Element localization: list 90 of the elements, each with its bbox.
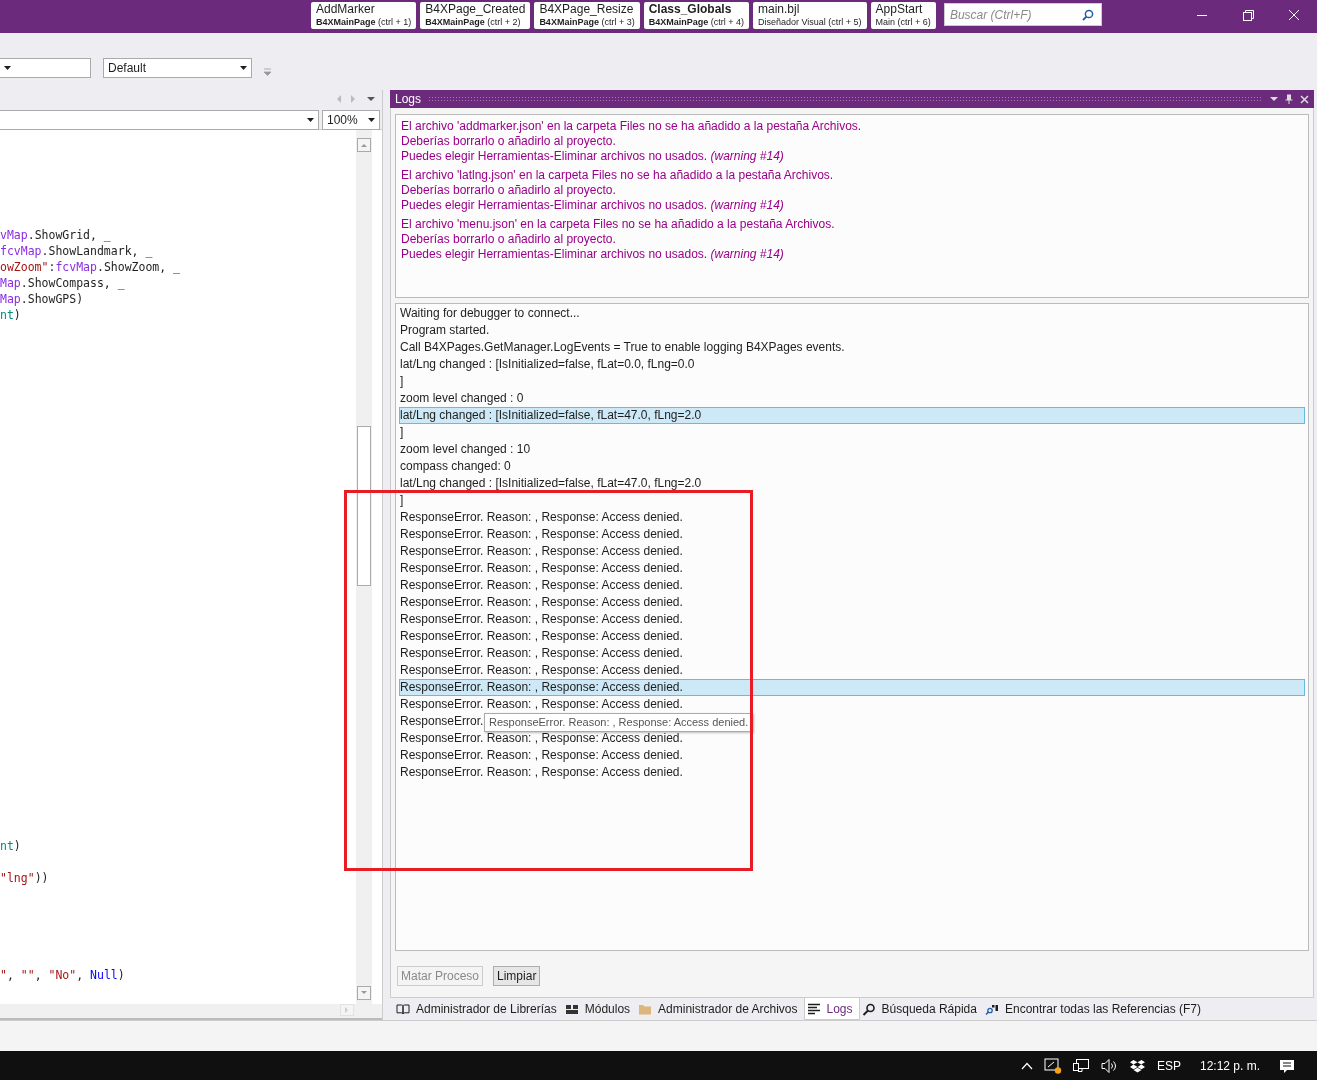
log-line[interactable]: ResponseError. Reason: , Response: Access denied. [399, 730, 683, 747]
log-line[interactable]: ResponseError. Reason: , Response: Access denied. [399, 611, 683, 628]
scroll-down-icon[interactable] [357, 986, 371, 1000]
document-tab[interactable]: B4XPage_Created B4XMainPage (ctrl + 2) [420, 2, 531, 29]
warning-text: Deberías borrarlo o añadirlo al proyecto. [401, 232, 617, 247]
log-line[interactable]: ] [399, 373, 404, 390]
scroll-up-icon[interactable] [357, 138, 371, 152]
warning-text: El archivo 'menu.json' en la carpeta Files no se ha añadido a la pestaña Archivos. [401, 217, 836, 232]
panel-tab[interactable]: Búsqueda Rápida [859, 998, 983, 1020]
search-icon [861, 1002, 876, 1016]
code-line: fcvMap.ShowLandmark, _ [0, 242, 154, 259]
code-editor[interactable]: vMap.ShowGrid, _ fcvMap.ShowLandmark, _ owZoom":fcvMap.ShowZoom, _ Map.ShowCompass, _ Map.ShowGPS) nt) nt) "lng")) ", "", "No", Null) [0, 130, 356, 1004]
caret-icon [240, 65, 247, 70]
code-line: Map.ShowCompass, _ [0, 274, 126, 291]
log-line[interactable]: ResponseError. Reason: , Response: Access denied. [399, 543, 683, 560]
log-line[interactable]: ResponseError. Reason: , Response: Access denied. [399, 628, 683, 645]
close-icon[interactable] [1300, 94, 1309, 104]
caret-icon [368, 118, 375, 122]
horizontal-scrollbar[interactable] [0, 1004, 382, 1020]
grid-icon [564, 1002, 579, 1016]
chevron-up-icon[interactable] [1020, 1062, 1033, 1070]
warning-text: Puedes elegir Herramientas-Eliminar archivos no usados. (warning #14) [401, 247, 785, 262]
sync-icon[interactable] [1043, 1058, 1062, 1074]
search-icon [1081, 9, 1094, 21]
lines-icon [806, 1002, 821, 1015]
network-icon[interactable] [1072, 1058, 1090, 1074]
scroll-thumb[interactable] [357, 426, 371, 586]
code-line: nt) [0, 307, 22, 324]
log-line[interactable]: ResponseError. Reason: , Response: Access denied. [399, 526, 683, 543]
warning-text: Deberías borrarlo o añadirlo al proyecto. [401, 183, 617, 198]
log-line[interactable]: compass changed: 0 [399, 458, 511, 475]
log-line[interactable]: ResponseError. Reason: , Response: Access denied. [399, 696, 683, 713]
panel-title: Logs [395, 92, 422, 106]
code-line: "lng")) [0, 870, 50, 887]
code-line: Map.ShowGPS) [0, 290, 85, 308]
log-line[interactable]: ResponseError. Reason: , Response: Access denied. [399, 645, 683, 662]
log-line[interactable]: ResponseError. Reason: , Response: Access denied. [399, 764, 683, 781]
log-line[interactable]: zoom level changed : 0 [399, 390, 524, 407]
document-tab[interactable]: AppStart Main (ctrl + 6) [870, 2, 936, 29]
clock[interactable]: 12:12 p. m. [1199, 1059, 1260, 1073]
log-line[interactable]: lat/Lng changed : [IsInitialized=false, fLat=0.0, fLng=0.0 [399, 356, 695, 373]
search-field[interactable]: Buscar (Ctrl+F) [943, 3, 1102, 26]
log-line[interactable]: ResponseError. Reason: , Response: Access denied. [399, 509, 683, 526]
document-tab[interactable]: AddMarker B4XMainPage (ctrl + 1) [311, 2, 417, 29]
log-line[interactable]: ResponseError. [399, 713, 484, 730]
code-line: vMap.ShowGrid, _ [0, 226, 112, 243]
navigation-arrows-icon[interactable] [337, 95, 377, 103]
panel-tab[interactable]: Módulos [562, 998, 637, 1020]
box-icon[interactable] [1128, 1058, 1146, 1074]
log-line[interactable]: ] [399, 492, 404, 509]
document-tab[interactable]: B4XPage_Resize B4XMainPage (ctrl + 3) [534, 2, 640, 29]
log-line[interactable]: ResponseError. Reason: , Response: Access denied. [399, 662, 683, 679]
references-icon [984, 1002, 999, 1016]
warning-text: El archivo 'addmarker.json' en la carpeta Files no se ha añadido a la pestaña Archivos. [401, 119, 863, 134]
book-icon [396, 1002, 410, 1016]
log-line[interactable]: ] [399, 424, 404, 441]
panel-tab[interactable]: Encontrar todas las Referencias (F7) [982, 998, 1208, 1020]
log-line[interactable]: ResponseError. Reason: , Response: Access denied. [399, 577, 683, 594]
code-line: owZoom":fcvMap.ShowZoom, _ [0, 258, 182, 275]
caret-icon [307, 118, 314, 122]
log-line[interactable]: ResponseError. Reason: , Response: Access denied. [399, 747, 683, 764]
warning-text: Puedes elegir Herramientas-Eliminar archivos no usados. (warning #14) [401, 198, 785, 213]
folder-icon [638, 1002, 653, 1016]
build-dropdown[interactable]: Default [103, 57, 252, 78]
document-tab[interactable]: main.bjl Diseñador Visual (ctrl + 5) [752, 2, 867, 29]
language-indicator[interactable]: ESP [1156, 1059, 1181, 1073]
panel-tab[interactable]: Administrador de Archivos [636, 998, 804, 1020]
code-line: nt) [0, 838, 22, 855]
log-line[interactable]: zoom level changed : 10 [399, 441, 531, 458]
log-line[interactable]: Call B4XPages.GetManager.LogEvents = True to enable logging B4XPages events. [399, 339, 845, 356]
caret-icon [4, 65, 11, 70]
pin-icon[interactable] [1285, 94, 1293, 104]
panel-tab[interactable]: Logs [803, 998, 860, 1020]
document-tab[interactable]: Class_Globals B4XMainPage (ctrl + 4) [643, 2, 749, 29]
log-line[interactable]: ResponseError. Reason: , Response: Access denied. [399, 560, 683, 577]
warning-text: El archivo 'latlng.json' en la carpeta Files no se ha añadido a la pestaña Archivos. [401, 168, 835, 183]
log-line[interactable]: ResponseError. Reason: , Response: Access denied. [399, 594, 683, 611]
notification-icon[interactable] [1279, 1058, 1295, 1074]
code-line: ", "", "No", Null) [0, 966, 126, 983]
panel-tab[interactable]: Administrador de Librerías [394, 998, 563, 1020]
log-line[interactable]: lat/Lng changed : [IsInitialized=false, fLat=47.0, fLng=2.0 [399, 475, 702, 492]
warning-text: Puedes elegir Herramientas-Eliminar archivos no usados. (warning #14) [401, 149, 785, 164]
dropdown-icon[interactable] [1270, 96, 1278, 102]
log-line[interactable]: Waiting for debugger to connect... [399, 305, 580, 322]
button[interactable]: Limpiar [493, 966, 541, 986]
warning-text: Deberías borrarlo o añadirlo al proyecto. [401, 134, 617, 149]
zoom-dropdown[interactable]: 100% [322, 110, 380, 130]
vertical-scrollbar[interactable] [356, 130, 372, 1004]
log-line[interactable]: Program started. [399, 322, 490, 339]
speaker-icon[interactable] [1100, 1058, 1118, 1074]
